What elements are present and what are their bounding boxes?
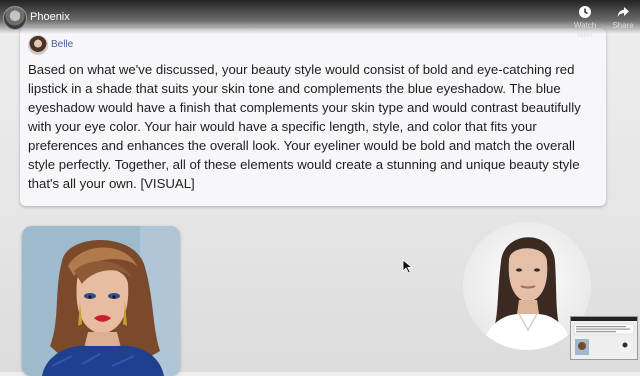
mini-player-preview[interactable] (570, 316, 638, 360)
mini-preview-thumbnail (571, 317, 637, 359)
mouse-cursor-icon (402, 259, 414, 274)
portrait-illustration (22, 226, 180, 376)
share-arrow-icon (617, 7, 629, 17)
clock-icon (579, 6, 591, 18)
generated-visual-image (22, 226, 180, 376)
channel-avatar[interactable] (3, 6, 27, 30)
message-text: Based on what we've discussed, your beau… (28, 62, 581, 191)
video-title[interactable]: Phoenix (30, 11, 70, 23)
watch-later-button[interactable]: Watch later (566, 5, 604, 39)
sender-name: Belle (51, 39, 74, 50)
video-top-bar (0, 0, 640, 34)
share-label: Share (612, 21, 634, 30)
watch-later-label: Watch later (573, 21, 597, 39)
share-button[interactable]: Share (606, 5, 640, 30)
sender-avatar (28, 35, 48, 55)
chat-message-card: Belle Based on what we've discussed, you… (20, 28, 606, 206)
